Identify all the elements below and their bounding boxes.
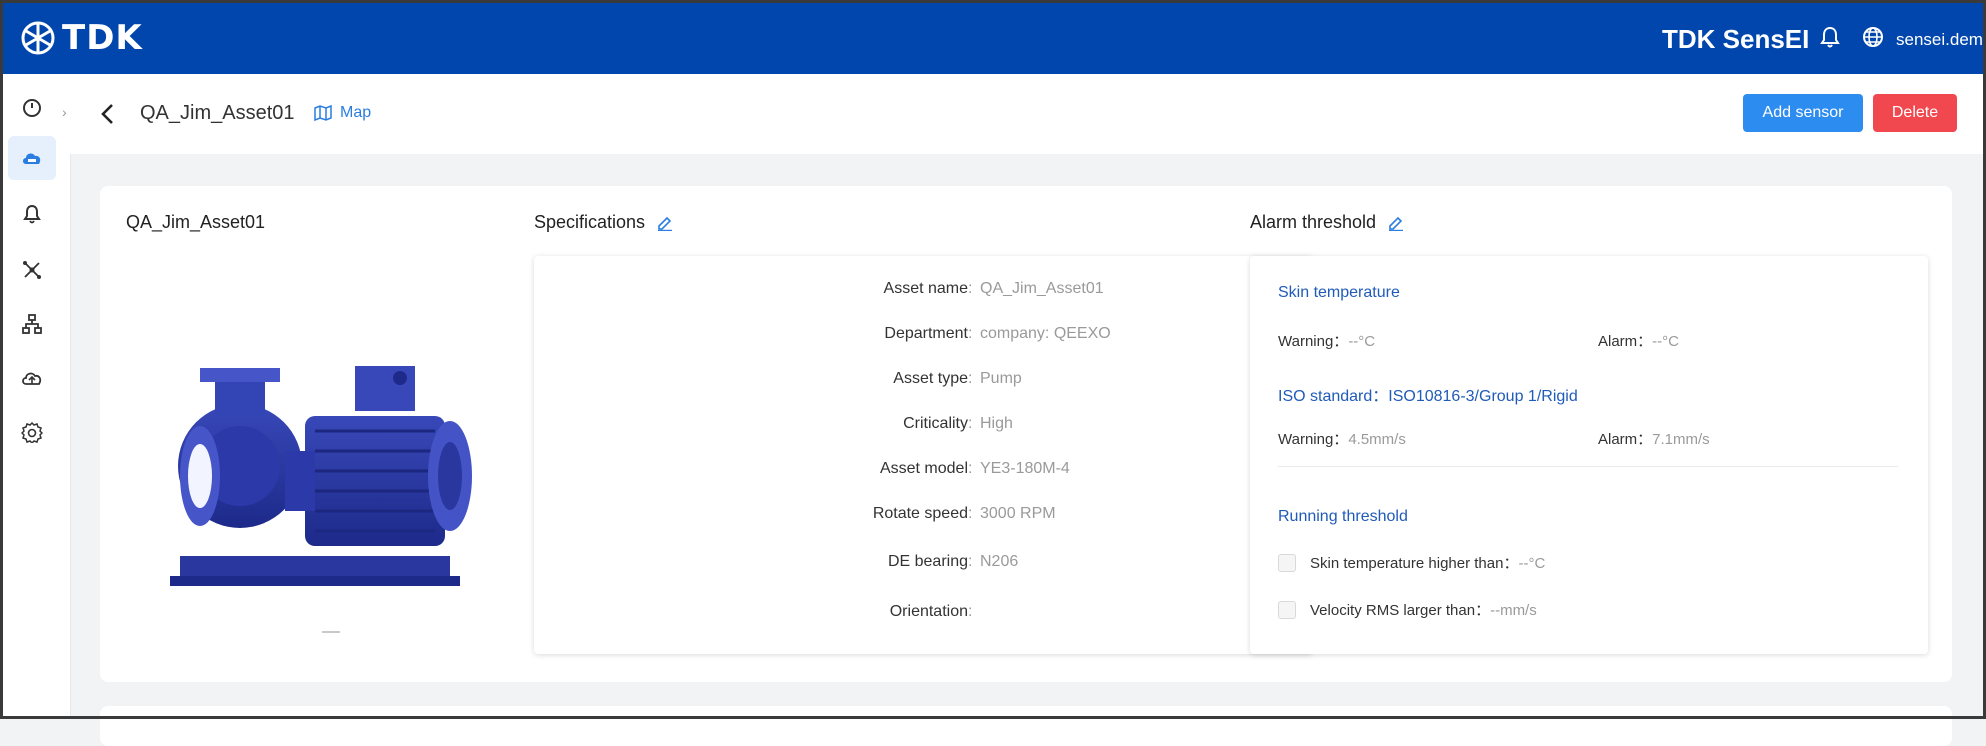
spec-value: QA_Jim_Asset01 — [980, 280, 1104, 297]
cloud-upload-icon — [22, 372, 42, 385]
sidebar-item-settings[interactable] — [8, 410, 56, 454]
skin-temperature-heading: Skin temperature — [1278, 284, 1400, 301]
iso-alarm: Alarm：7.1mm/s — [1598, 428, 1710, 449]
skin-warning: Warning：--°C — [1278, 330, 1375, 351]
velocity-rms-threshold-option[interactable]: Velocity RMS larger than：--mm/s — [1278, 599, 1537, 620]
alert-bell-icon — [23, 204, 41, 224]
spec-label: Asset type — [893, 370, 968, 387]
specifications-title-text: Specifications — [534, 212, 646, 232]
spec-label: Department — [884, 325, 968, 342]
spec-label: Rotate speed — [872, 505, 968, 522]
sidebar-item-assets[interactable] — [8, 136, 56, 180]
iso-alarm-value: 7.1mm/s — [1652, 431, 1710, 448]
globe-icon[interactable] — [1862, 26, 1884, 53]
skin-warning-label: Warning： — [1278, 333, 1349, 350]
asset-detail-card: QA_Jim_Asset01 Specifications Asset name… — [100, 186, 1952, 682]
edit-alarm-threshold-icon[interactable] — [1388, 215, 1404, 231]
sidebar — [0, 74, 71, 719]
edit-specifications-icon[interactable] — [657, 215, 673, 231]
map-icon — [314, 105, 332, 121]
add-sensor-button[interactable]: Add sensor — [1743, 94, 1863, 132]
skin-temperature-threshold-option[interactable]: Skin temperature higher than：--°C — [1278, 552, 1545, 573]
spec-label: Orientation — [889, 603, 968, 620]
spec-value: company: QEEXO — [980, 325, 1111, 342]
skin-alarm: Alarm：--°C — [1598, 330, 1679, 351]
asset-title: QA_Jim_Asset01 — [126, 212, 266, 232]
spec-value: 3000 RPM — [980, 505, 1056, 522]
velocity-rms-checkbox[interactable] — [1278, 600, 1296, 619]
sidebar-item-alerts[interactable] — [8, 192, 56, 236]
skin-alarm-label: Alarm： — [1598, 333, 1653, 350]
tdk-logo[interactable]: TDK — [20, 18, 143, 58]
spec-label: DE bearing — [887, 553, 968, 570]
spec-row-asset-name: Asset name : QA_Jim_Asset01 — [883, 280, 1104, 297]
page-header: QA_Jim_Asset01 Map Add sensor Delete — [70, 74, 1986, 154]
spec-value: N206 — [980, 553, 1019, 570]
iso-warning: Warning：4.5mm/s — [1278, 428, 1406, 449]
sidebar-item-network[interactable] — [8, 248, 56, 292]
map-label: Map — [340, 104, 372, 121]
skin-alarm-value: --°C — [1652, 333, 1679, 350]
velocity-threshold-label: Velocity RMS larger than： — [1310, 602, 1491, 619]
spec-label: Criticality — [903, 415, 968, 432]
breadcrumb: QA_Jim_Asset01 — [140, 102, 295, 124]
app-title: TDK SensEI — [1662, 24, 1810, 54]
spec-row-asset-model: Asset model : YE3-180M-4 — [879, 460, 1070, 477]
spec-value: High — [980, 415, 1013, 432]
iso-warning-value: 4.5mm/s — [1348, 431, 1406, 448]
spec-row-criticality: Criticality : High — [903, 415, 1013, 432]
skin-temperature-checkbox[interactable] — [1278, 553, 1296, 572]
top-bar: TDK TDK SensEI sensei.demo — [0, 0, 1986, 74]
sidebar-item-cloud[interactable] — [8, 356, 56, 400]
specifications-panel: Asset name : QA_Jim_Asset01 Department :… — [534, 256, 1312, 654]
bell-icon[interactable] — [1820, 26, 1840, 53]
sidebar-item-dashboard[interactable] — [8, 86, 56, 130]
spec-row-orientation: Orientation : — [889, 603, 973, 620]
skin-warning-value: --°C — [1348, 333, 1376, 350]
image-indicator — [322, 631, 340, 633]
pump-image — [160, 356, 480, 611]
alarm-threshold-title: Alarm threshold — [1250, 212, 1404, 233]
map-link[interactable]: Map — [314, 104, 371, 122]
sidebar-item-hierarchy[interactable] — [8, 302, 56, 346]
velocity-threshold-value: --mm/s — [1490, 602, 1537, 619]
tdk-logo-icon — [21, 21, 55, 55]
iso-alarm-label: Alarm： — [1598, 431, 1653, 448]
alarm-threshold-panel: Skin temperature Warning：--°C Alarm：--°C… — [1250, 256, 1928, 654]
spec-label: Asset name — [883, 280, 968, 297]
back-arrow-icon[interactable] — [100, 102, 116, 131]
skin-threshold-label: Skin temperature higher than： — [1310, 555, 1519, 572]
iso-standard-heading: ISO standard：ISO10816-3/Group 1/Rigid — [1278, 388, 1578, 405]
iso-warning-label: Warning： — [1278, 431, 1349, 448]
spec-value: Pump — [980, 370, 1022, 387]
spec-row-de-bearing: DE bearing : N206 — [887, 553, 1019, 570]
spec-label: Asset model — [879, 460, 968, 477]
spec-row-rotate-speed: Rotate speed : 3000 RPM — [872, 505, 1056, 522]
specifications-title: Specifications — [534, 212, 673, 233]
logo-text: TDK — [62, 18, 143, 58]
spec-row-asset-type: Asset type : Pump — [893, 370, 1022, 387]
network-icon — [23, 261, 41, 279]
running-threshold-heading: Running threshold — [1278, 508, 1408, 525]
hierarchy-icon — [22, 314, 42, 334]
secondary-card — [100, 706, 1952, 746]
user-menu[interactable]: sensei.demo — [1896, 30, 1986, 50]
spec-row-department: Department : company: QEEXO — [884, 325, 1111, 342]
spec-value: YE3-180M-4 — [980, 460, 1070, 477]
dashboard-icon — [23, 99, 41, 117]
settings-gear-icon — [21, 421, 43, 443]
alarm-threshold-title-text: Alarm threshold — [1250, 212, 1377, 232]
asset-cloud-icon — [23, 153, 41, 164]
section-divider — [1278, 466, 1898, 467]
delete-button[interactable]: Delete — [1873, 94, 1957, 132]
skin-threshold-value: --°C — [1518, 555, 1546, 572]
